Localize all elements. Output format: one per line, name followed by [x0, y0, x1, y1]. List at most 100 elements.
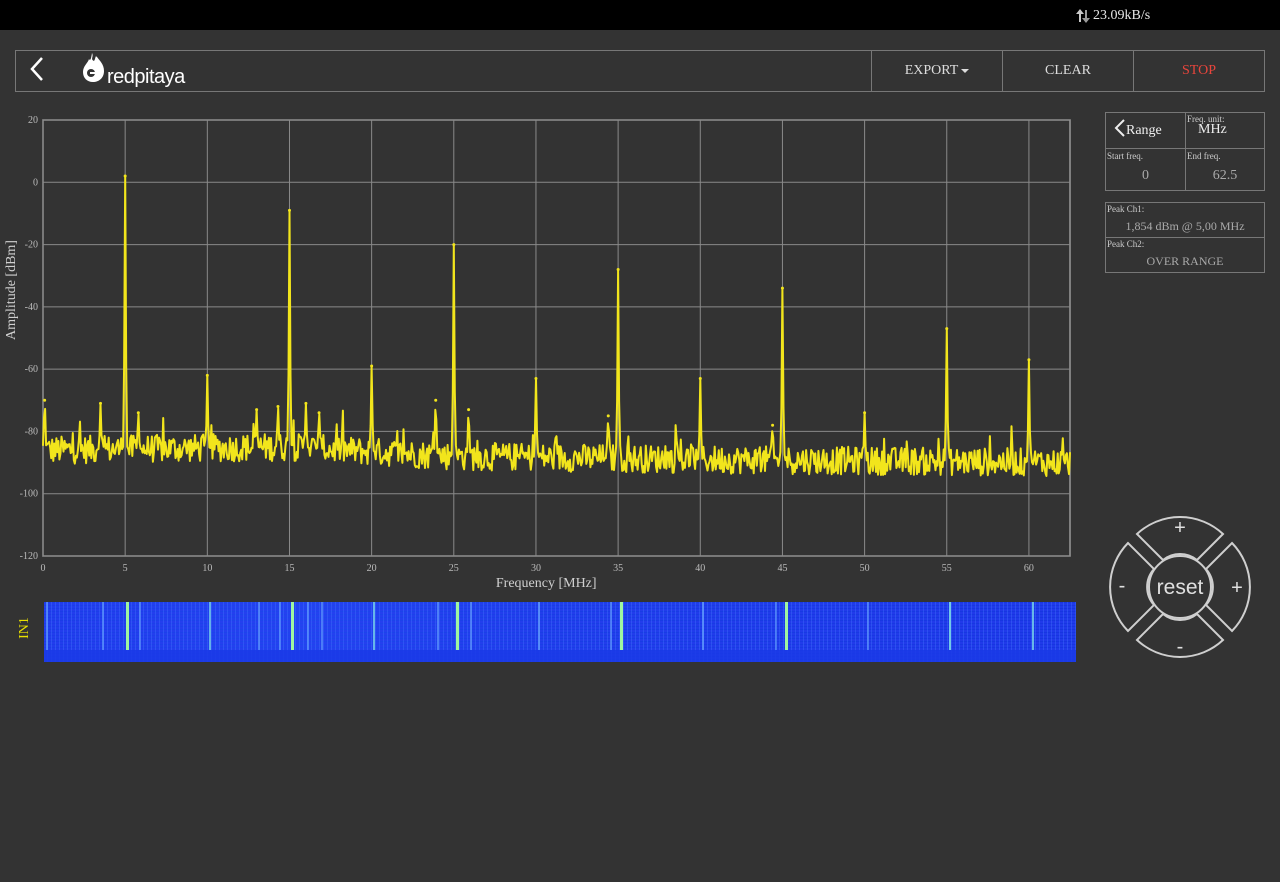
spectrum-peak-point — [304, 401, 308, 405]
waterfall-channel-label: IN1 — [16, 617, 32, 639]
range-button[interactable]: Range — [1106, 113, 1186, 149]
flame-logo-icon — [82, 51, 106, 88]
y-tick-label: -120 — [20, 551, 38, 562]
waterfall-peak-line — [279, 602, 282, 650]
waterfall-peak-line — [784, 602, 788, 650]
clear-button[interactable]: CLEAR — [1002, 51, 1133, 91]
spectrum-peak-point — [780, 286, 784, 290]
y-tick-label: 20 — [28, 115, 38, 126]
x-tick-label: 55 — [942, 563, 952, 574]
zoom-out-y-icon: - — [1177, 636, 1184, 658]
chevron-left-icon — [30, 56, 44, 87]
x-tick-label: 60 — [1024, 563, 1034, 574]
x-tick-label: 5 — [123, 563, 128, 574]
up-down-arrows-icon — [1076, 7, 1090, 25]
peak-ch2-value: OVER RANGE — [1146, 254, 1224, 268]
waterfall-peak-line — [307, 602, 310, 650]
spectrum-peak-point — [863, 411, 867, 415]
stop-button[interactable]: STOP — [1133, 51, 1264, 91]
status-bar: 23.09kB/s — [0, 0, 1280, 30]
waterfall-peak-line — [949, 602, 952, 650]
y-tick-label: -40 — [25, 302, 38, 313]
start-freq-value: 0 — [1142, 168, 1149, 183]
x-tick-label: 25 — [449, 563, 459, 574]
waterfall-peak-line — [610, 602, 613, 650]
spectrum-peak-point — [136, 411, 140, 415]
spectrum-peak-point — [99, 401, 103, 405]
spectrum-peak-point — [534, 376, 538, 380]
dpad-left-button[interactable] — [1109, 541, 1156, 633]
y-tick-label: -20 — [25, 240, 38, 251]
waterfall-peak-line — [320, 602, 323, 650]
peak-panel: Peak Ch1: 1,854 dBm @ 5,00 MHz Peak Ch2:… — [1105, 202, 1265, 273]
waterfall-peak-line — [101, 602, 104, 650]
spectrum-peak-point — [205, 373, 209, 377]
x-tick-label: 20 — [367, 563, 377, 574]
reset-label: reset — [1157, 576, 1204, 599]
waterfall-peak-line — [774, 602, 777, 650]
x-tick-label: 30 — [531, 563, 541, 574]
spectrum-peak-point — [452, 243, 456, 247]
peak-ch1-value: 1,854 dBm @ 5,00 MHz — [1125, 219, 1245, 233]
waterfall-peak-line — [867, 602, 870, 650]
spectrum-peak-point — [43, 398, 47, 402]
spectrum-peak-point — [276, 405, 280, 409]
x-axis-label: Frequency [MHz] — [496, 576, 597, 591]
spectrum-peak-point — [467, 408, 471, 412]
app-header: redpitaya EXPORT CLEAR STOP — [15, 50, 1265, 92]
plot-area — [42, 119, 1071, 557]
spectrum-peak-point — [945, 327, 949, 331]
y-axis-label: Amplitude [dBm] — [4, 240, 19, 340]
back-button[interactable] — [22, 55, 52, 87]
spectrum-peak-point — [317, 411, 321, 415]
spectrum-peak-point — [434, 398, 438, 402]
x-tick-label: 10 — [202, 563, 212, 574]
end-freq-value: 62.5 — [1212, 168, 1238, 183]
freq-unit-select[interactable]: Freq. unit: MHz — [1186, 113, 1264, 149]
waterfall-peak-line — [45, 602, 48, 650]
waterfall-peak-line — [126, 602, 130, 650]
waterfall-peak-line — [455, 602, 459, 650]
transfer-rate-value: 23.09kB/s — [1093, 8, 1151, 23]
spectrum-peak-point — [255, 408, 259, 412]
range-panel: Range Freq. unit: MHz Start freq. 0 End … — [1105, 112, 1265, 191]
start-freq-field[interactable]: Start freq. 0 — [1106, 149, 1186, 190]
spectrum-peak-point — [616, 267, 620, 271]
dpad-right-button[interactable] — [1204, 541, 1251, 633]
transfer-rate: 23.09kB/s — [1076, 7, 1150, 25]
peak-ch1: Peak Ch1: 1,854 dBm @ 5,00 MHz — [1106, 203, 1264, 238]
x-tick-label: 45 — [777, 563, 787, 574]
zoom-in-x-icon: + — [1231, 577, 1243, 599]
waterfall-display — [44, 602, 1076, 662]
spectrum-peak-point — [606, 414, 610, 418]
logo-text: redpitaya — [107, 66, 185, 88]
waterfall-floor — [44, 650, 1076, 662]
waterfall-peak-line — [208, 602, 211, 650]
clear-label: CLEAR — [1045, 63, 1091, 78]
export-label: EXPORT — [904, 63, 959, 78]
spectrum-chart[interactable]: 0 5 10 15 20 25 30 35 40 45 50 55 60 20 0 -20 -40 -60 -80 -… — [0, 108, 1090, 598]
start-freq-label: Start freq. — [1107, 151, 1143, 161]
peak-ch2-label: Peak Ch2: — [1107, 239, 1145, 249]
spectrum-peak-point — [771, 423, 775, 427]
x-tick-label: 35 — [613, 563, 623, 574]
x-tick-label: 15 — [284, 563, 294, 574]
chevron-left-icon — [1114, 118, 1126, 143]
zoom-dpad: reset + + - - — [1109, 516, 1251, 658]
waterfall-peak-line — [470, 602, 473, 650]
x-tick-label: 0 — [41, 563, 46, 574]
waterfall-peak-line — [537, 602, 540, 650]
export-button[interactable]: EXPORT — [871, 51, 1002, 91]
y-tick-label: -60 — [25, 364, 38, 375]
spectrum-peak-point — [1027, 358, 1031, 362]
range-label: Range — [1126, 122, 1162, 138]
stop-label: STOP — [1182, 63, 1216, 78]
y-tick-label: -80 — [25, 426, 38, 437]
end-freq-field[interactable]: End freq. 62.5 — [1186, 149, 1264, 190]
spectrum-peak-point — [370, 364, 374, 368]
y-tick-label: 0 — [33, 177, 38, 188]
zoom-in-y-icon: + — [1174, 517, 1186, 539]
spectrum-peak-point — [287, 208, 291, 212]
zoom-out-x-icon: - — [1119, 575, 1126, 597]
waterfall-peak-line — [258, 602, 260, 650]
